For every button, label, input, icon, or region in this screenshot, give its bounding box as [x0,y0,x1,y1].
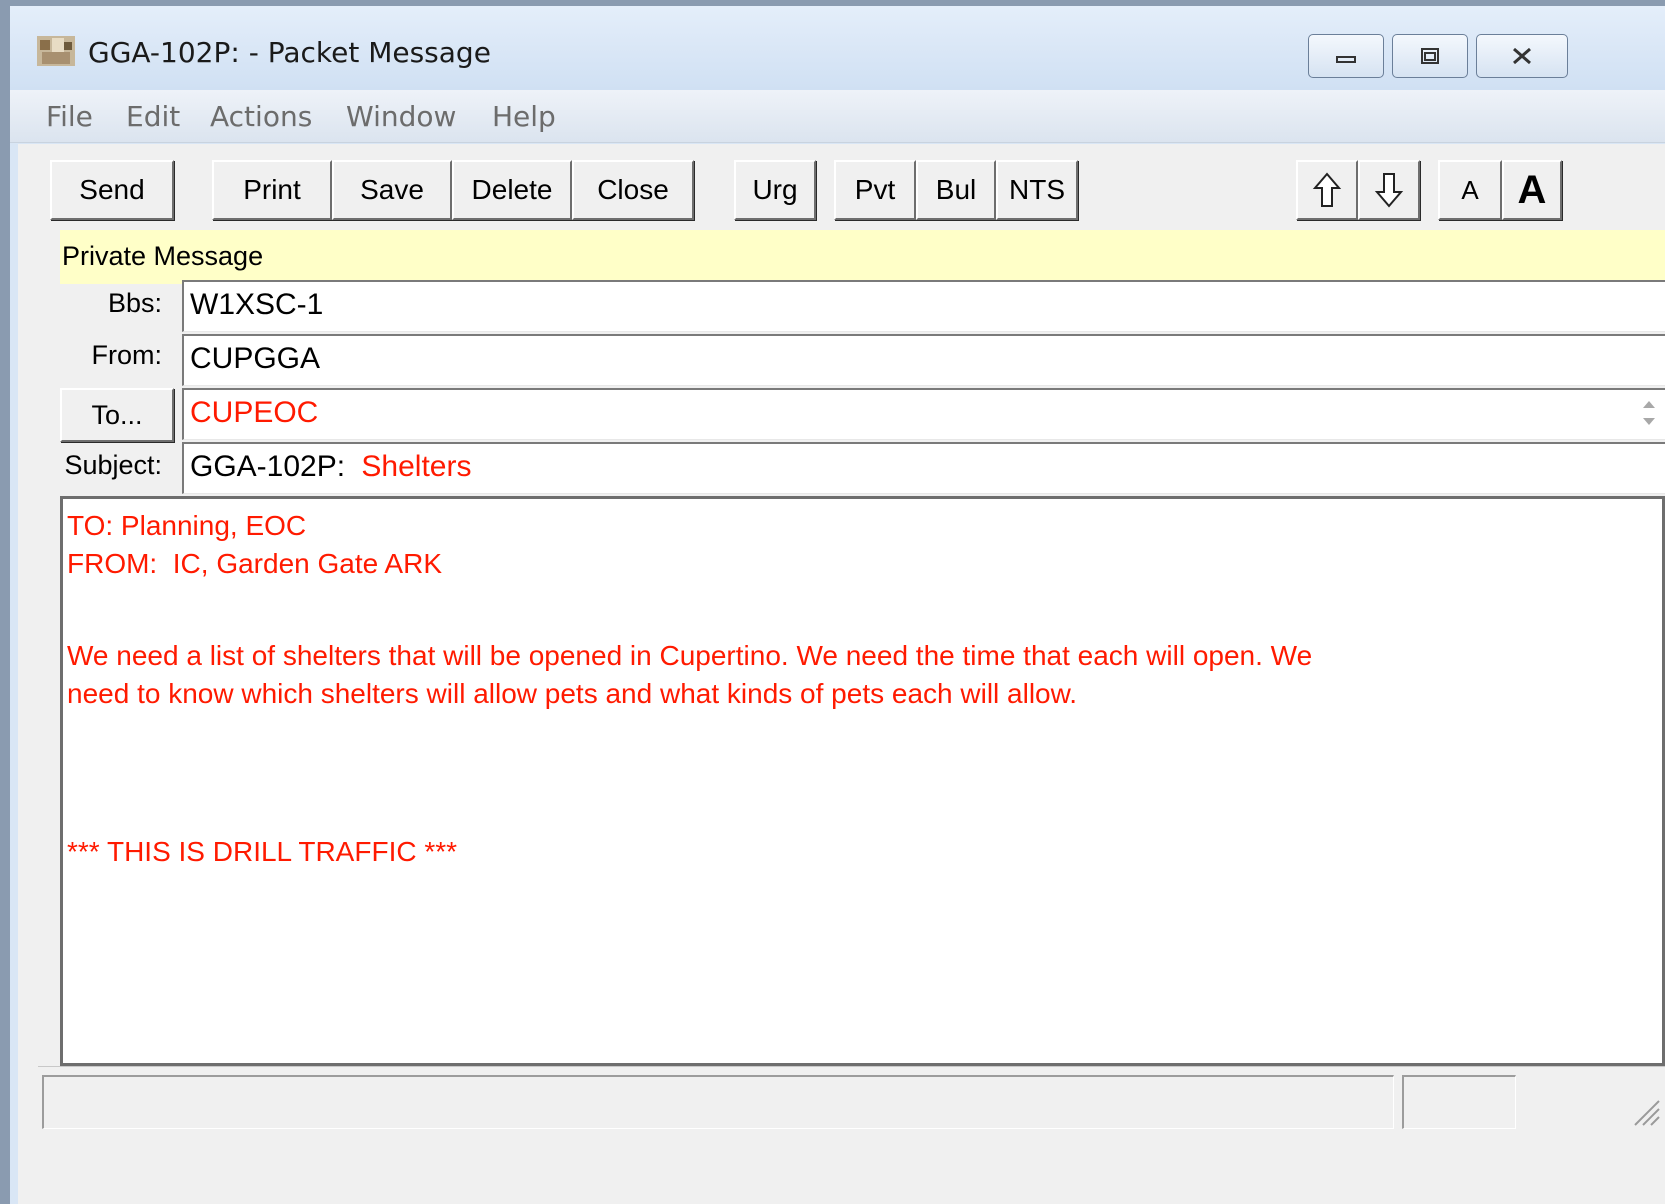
body-line: TO: Planning, EOC [67,510,307,541]
close-button[interactable]: Close [572,160,694,220]
bbs-label: Bbs: [107,288,162,318]
menu-window[interactable]: Window [346,100,456,133]
spinner-icon[interactable] [1639,396,1659,430]
menu-actions[interactable]: Actions [210,100,312,133]
private-button[interactable]: Pvt [834,160,916,220]
menu-bar: File Edit Actions Window Help [10,90,1665,143]
status-panel-secondary [1402,1075,1516,1129]
to-field[interactable]: CUPEOC [182,388,1665,440]
menu-help[interactable]: Help [492,100,556,133]
status-panel-main [42,1075,1394,1129]
menu-edit[interactable]: Edit [126,100,180,133]
subject-label: Subject: [64,450,162,480]
title-bar[interactable]: GGA-102P: - Packet Message [10,6,1665,90]
menu-file[interactable]: File [46,100,93,133]
message-body[interactable]: TO: Planning, EOC FROM: IC, Garden Gate … [60,496,1665,1066]
nts-button[interactable]: NTS [996,160,1078,220]
bbs-value: W1XSC-1 [190,288,324,321]
close-icon [1513,47,1531,65]
message-type-banner: Private Message [60,230,1665,284]
subject-prefix: GGA-102P: [190,450,346,483]
body-line: We need a list of shelters that will be … [67,640,1313,671]
delete-button[interactable]: Delete [452,160,572,220]
minimize-icon [1336,56,1356,63]
body-line [67,713,1662,751]
arrow-up-icon [1312,172,1342,207]
previous-message-button[interactable] [1296,160,1358,220]
font-smaller-button[interactable]: A [1438,160,1502,220]
to-button[interactable]: To... [60,388,174,442]
save-button[interactable]: Save [332,160,452,220]
font-larger-button[interactable]: A [1502,160,1562,220]
print-button[interactable]: Print [212,160,332,220]
restore-icon [1421,48,1439,64]
bulletin-button[interactable]: Bul [916,160,996,220]
body-line: need to know which shelters will allow p… [67,678,1078,709]
maximize-button[interactable] [1392,34,1468,78]
minimize-button[interactable] [1308,34,1384,78]
from-label: From: [91,340,163,370]
from-field[interactable]: CUPGGA [182,334,1665,386]
body-line [67,583,1662,621]
packet-message-window: GGA-102P: - Packet Message File Edit Act… [0,0,1665,1204]
close-window-button[interactable] [1476,34,1568,78]
to-value: CUPEOC [190,396,319,429]
resize-grip-icon[interactable] [1631,1097,1661,1127]
client-area: Send Print Save Delete Close Urg Pvt Bul… [18,144,1665,1204]
status-bar [38,1066,1665,1133]
window-title: GGA-102P: - Packet Message [88,36,491,69]
arrow-down-icon [1374,173,1404,208]
body-line: *** THIS IS DRILL TRAFFIC *** [67,836,458,867]
urgent-button[interactable]: Urg [734,160,816,220]
from-value: CUPGGA [190,342,321,375]
body-line [67,789,1662,827]
bbs-field[interactable]: W1XSC-1 [182,280,1665,332]
subject-field[interactable]: GGA-102P: Shelters [182,442,1665,494]
body-line: FROM: IC, Garden Gate ARK [67,548,443,579]
body-line [67,621,1662,637]
body-line [67,751,1662,789]
send-button[interactable]: Send [50,160,174,220]
next-message-button[interactable] [1358,160,1420,220]
subject-value: Shelters [361,450,472,483]
app-icon [37,36,75,66]
